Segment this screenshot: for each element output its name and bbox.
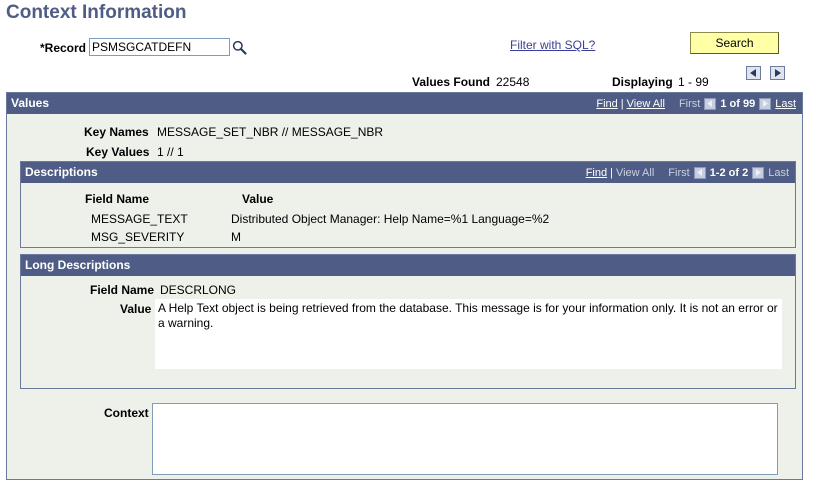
table-row-field: MESSAGE_TEXT (91, 212, 188, 226)
context-label: Context (104, 406, 149, 420)
key-values-value: 1 // 1 (157, 145, 184, 159)
values-row-counter: 1 of 99 (720, 97, 756, 110)
descriptions-panel-header: Descriptions Find | View All First 1-2 o… (21, 162, 795, 183)
triangle-left-icon (696, 169, 702, 176)
descriptions-column-field-name: Field Name (85, 192, 150, 206)
displaying-label: Displaying (612, 75, 673, 89)
table-row-value: Distributed Object Manager: Help Name=%1… (231, 212, 550, 226)
next-page-button[interactable] (770, 66, 785, 80)
key-values-label: Key Values (86, 145, 150, 159)
table-row-field: MSG_SEVERITY (91, 230, 185, 244)
values-panel: Values Find | View All First 1 of 99 Las… (6, 92, 803, 480)
values-find-link[interactable]: Find (596, 94, 617, 114)
triangle-right-icon (775, 69, 781, 77)
long-field-name-value: DESCRLONG (160, 283, 237, 297)
search-button[interactable]: Search (690, 32, 779, 54)
descriptions-panel-navigation: Find | View All First 1-2 of 2 Last (586, 162, 789, 183)
previous-page-button[interactable] (746, 66, 761, 80)
values-next-button[interactable] (759, 97, 772, 110)
long-descriptions-panel-header: Long Descriptions (21, 255, 795, 276)
long-descriptions-panel-body: Field Name DESCRLONG Value A Help Text o… (21, 276, 795, 388)
displaying-range: 1 - 99 (678, 75, 709, 89)
values-found-count: 22548 (496, 75, 530, 89)
record-input[interactable] (89, 38, 230, 56)
descriptions-next-button (752, 166, 765, 179)
descriptions-first-button (693, 166, 706, 179)
triangle-right-icon (763, 100, 769, 107)
descriptions-column-value: Value (242, 192, 274, 206)
values-panel-title: Values (11, 96, 50, 110)
filter-with-sql-link[interactable]: Filter with SQL? (510, 38, 595, 52)
long-value-label: Value (120, 302, 152, 316)
descriptions-panel-body: Field Name Value MESSAGE_TEXT Distribute… (21, 183, 795, 247)
long-descriptions-panel: Long Descriptions Field Name DESCRLONG V… (20, 254, 796, 389)
values-found-label: Values Found (412, 75, 491, 89)
long-field-name-label: Field Name (90, 283, 155, 297)
context-textarea[interactable] (152, 403, 778, 475)
values-first-button[interactable] (704, 97, 717, 110)
key-names-label: Key Names (84, 125, 149, 139)
values-first-label: First (678, 97, 701, 110)
descriptions-panel: Descriptions Find | View All First 1-2 o… (20, 161, 796, 248)
triangle-right-icon (756, 169, 762, 176)
descriptions-find-link[interactable]: Find (586, 163, 607, 183)
page-title: Context Information (6, 2, 187, 23)
descriptions-panel-title: Descriptions (25, 165, 98, 179)
values-panel-header: Values Find | View All First 1 of 99 Las… (7, 93, 802, 114)
values-last-link[interactable]: Last (775, 94, 796, 114)
long-description-text: A Help Text object is being retrieved fr… (155, 299, 782, 369)
record-label: *Record (40, 41, 87, 55)
triangle-left-icon (707, 100, 713, 107)
descriptions-row-counter: 1-2 of 2 (709, 166, 749, 179)
values-panel-navigation: Find | View All First 1 of 99 Last (596, 93, 796, 114)
descriptions-view-all-label: View All (615, 166, 655, 179)
descriptions-last-label: Last (768, 166, 789, 179)
key-names-value: MESSAGE_SET_NBR // MESSAGE_NBR (157, 125, 384, 139)
triangle-left-icon (750, 69, 756, 77)
magnifier-icon (232, 40, 247, 55)
values-panel-body: Key Names MESSAGE_SET_NBR // MESSAGE_NBR… (7, 114, 802, 479)
record-lookup-button[interactable] (232, 40, 247, 55)
values-view-all-link[interactable]: View All (627, 94, 665, 114)
long-descriptions-panel-title: Long Descriptions (25, 258, 131, 272)
table-row-value: M (231, 230, 241, 244)
descriptions-first-label: First (668, 166, 690, 179)
